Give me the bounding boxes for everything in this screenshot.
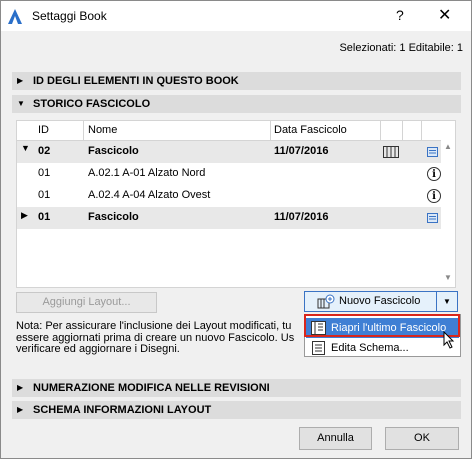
row-data: 11/07/2016 (274, 211, 329, 223)
selection-status: Selezionati: 1 Editabile: 1 (339, 42, 463, 54)
ok-button[interactable]: OK (385, 427, 459, 450)
row-id: 01 (38, 167, 51, 179)
section-storico-fascicolo[interactable]: ▼ STORICO FASCICOLO (12, 95, 461, 113)
scroll-up-icon[interactable]: ▲ (444, 142, 452, 151)
menu-item-edita-schema[interactable]: Edita Schema... (306, 338, 459, 358)
column-divider (380, 121, 381, 141)
nuovo-fascicolo-label: Nuovo Fascicolo (339, 295, 421, 307)
column-header-data[interactable]: Data Fascicolo (274, 124, 347, 136)
row-nome: A.02.4 A-04 Alzato Ovest (88, 189, 211, 201)
aggiungi-layout-button[interactable]: Aggiungi Layout... (16, 292, 157, 313)
table-row[interactable]: ▶ 01 Fascicolo 11/07/2016 (17, 207, 441, 229)
collapsed-triangle-icon[interactable]: ▶ (21, 210, 28, 221)
dropdown-arrow-icon: ▼ (443, 297, 451, 306)
note-text: Nota: Per assicurare l'inclusione dei La… (16, 320, 306, 356)
collapsed-triangle-icon: ▶ (17, 76, 24, 85)
scroll-down-icon[interactable]: ▼ (444, 273, 452, 282)
section-numerazione[interactable]: ▶ NUMERAZIONE MODIFICA NELLE REVISIONI (12, 379, 461, 397)
vertical-scrollbar[interactable]: ▲ ▼ (441, 121, 455, 287)
highlight-outline (304, 314, 460, 337)
info-icon[interactable]: i (427, 189, 441, 203)
window-title: Settaggi Book (32, 9, 107, 23)
section-title: ID DEGLI ELEMENTI IN QUESTO BOOK (33, 75, 239, 87)
mouse-cursor-icon (443, 331, 455, 349)
collapsed-triangle-icon: ▶ (17, 383, 24, 392)
row-id: 01 (38, 211, 51, 223)
row-id: 01 (38, 189, 51, 201)
column-header-nome[interactable]: Nome (88, 124, 117, 136)
column-divider (421, 121, 422, 141)
column-divider (402, 121, 403, 141)
info-icon[interactable]: i (427, 167, 441, 181)
column-divider (83, 121, 84, 141)
table-header: ID Nome Data Fascicolo (17, 121, 441, 141)
section-title: STORICO FASCICOLO (33, 98, 151, 110)
help-button[interactable]: ? (396, 7, 404, 23)
table-row[interactable]: ▼ 02 Fascicolo 11/07/2016 (17, 141, 441, 163)
section-id-elementi[interactable]: ▶ ID DEGLI ELEMENTI IN QUESTO BOOK (12, 72, 461, 90)
close-button[interactable]: ✕ (438, 5, 451, 25)
annulla-button[interactable]: Annulla (299, 427, 372, 450)
nuovo-fascicolo-dropdown[interactable]: ▼ (436, 291, 458, 312)
row-data: 11/07/2016 (274, 145, 329, 157)
archicad-logo-icon (8, 9, 22, 24)
table-row[interactable]: 01 A.02.1 A-01 Alzato Nord i (17, 163, 441, 185)
section-schema-layout[interactable]: ▶ SCHEMA INFORMAZIONI LAYOUT (12, 401, 461, 419)
table-row[interactable]: 01 A.02.4 A-04 Alzato Ovest i (17, 185, 441, 207)
title-bar: Settaggi Book ? ✕ (1, 1, 471, 31)
nuovo-fascicolo-button[interactable]: Nuovo Fascicolo (304, 291, 437, 312)
column-divider (270, 121, 271, 141)
section-title: SCHEMA INFORMAZIONI LAYOUT (33, 404, 212, 416)
row-id: 02 (38, 145, 51, 157)
row-nome: A.02.1 A-01 Alzato Nord (88, 167, 206, 179)
note-line: verificare ed aggiornare i Disegni. (16, 343, 180, 355)
section-title: NUMERAZIONE MODIFICA NELLE REVISIONI (33, 382, 270, 394)
issue-history-table: ID Nome Data Fascicolo ▼ 02 Fascicolo 11… (16, 120, 456, 288)
new-issue-icon (317, 294, 335, 309)
collapsed-triangle-icon: ▶ (17, 405, 24, 414)
layout-book-icon (383, 146, 399, 158)
column-header-id[interactable]: ID (38, 124, 49, 136)
sheet-icon[interactable] (427, 147, 438, 157)
schema-icon (312, 341, 325, 355)
row-nome: Fascicolo (88, 145, 139, 157)
expanded-triangle-icon: ▼ (17, 99, 25, 108)
expanded-triangle-icon[interactable]: ▼ (21, 143, 30, 153)
menu-item-label: Edita Schema... (331, 342, 409, 354)
sheet-icon[interactable] (427, 213, 438, 223)
settaggi-book-dialog: Settaggi Book ? ✕ Selezionati: 1 Editabi… (0, 0, 472, 459)
row-nome: Fascicolo (88, 211, 139, 223)
note-line: Nota: Per assicurare l'inclusione dei La… (16, 320, 292, 332)
